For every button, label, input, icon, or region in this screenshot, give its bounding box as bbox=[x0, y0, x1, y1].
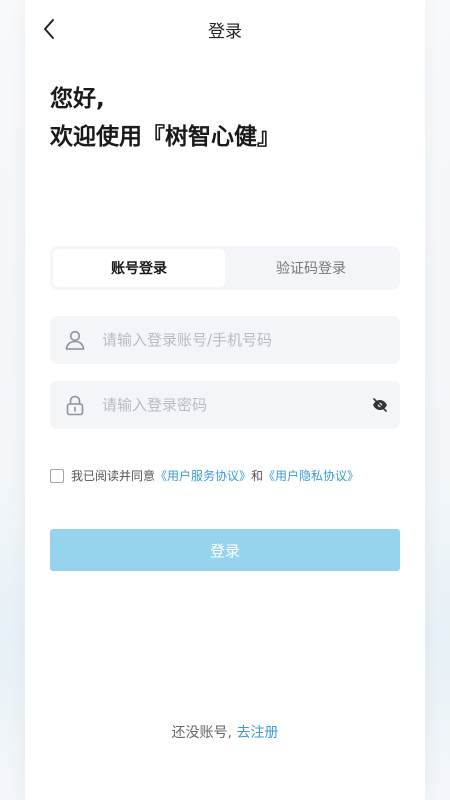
page-title: 登录 bbox=[208, 22, 242, 42]
register-row: 还没账号, 去注册 bbox=[25, 722, 425, 742]
tab-code-login[interactable]: 验证码登录 bbox=[225, 249, 397, 287]
account-field bbox=[50, 315, 400, 365]
greeting-line-2: 欢迎使用『树智心健』 bbox=[50, 124, 280, 150]
lock-icon bbox=[50, 394, 100, 416]
agreement-row: 我已阅读并同意 《用户服务协议》 和 《用户隐私协议》 bbox=[50, 467, 359, 484]
agreement-conjunction: 和 bbox=[251, 469, 264, 483]
nav-bar: 登录 bbox=[25, 0, 425, 58]
account-input[interactable] bbox=[100, 315, 400, 365]
service-agreement-link[interactable]: 《用户服务协议》 bbox=[155, 467, 251, 484]
privacy-agreement-link[interactable]: 《用户隐私协议》 bbox=[263, 467, 359, 484]
user-icon bbox=[50, 329, 100, 351]
greeting-line-1: 您好, bbox=[50, 86, 105, 112]
tab-account-login[interactable]: 账号登录 bbox=[53, 249, 225, 287]
password-field bbox=[50, 380, 400, 430]
eye-off-icon[interactable] bbox=[360, 398, 400, 412]
agreement-checkbox[interactable] bbox=[50, 468, 64, 483]
login-mode-tabs: 账号登录 验证码登录 bbox=[50, 246, 400, 290]
app-screen: 登录 您好, 欢迎使用『树智心健』 账号登录 验证码登录 请输入登录账号/手机号… bbox=[25, 0, 425, 800]
greeting: 您好, 欢迎使用『树智心健』 bbox=[50, 80, 280, 156]
register-link[interactable]: 去注册 bbox=[236, 725, 278, 741]
register-prompt: 还没账号, bbox=[171, 725, 232, 741]
agreement-prefix: 我已阅读并同意 bbox=[71, 469, 156, 483]
login-button[interactable]: 登录 bbox=[50, 529, 400, 571]
password-input[interactable] bbox=[100, 380, 360, 430]
